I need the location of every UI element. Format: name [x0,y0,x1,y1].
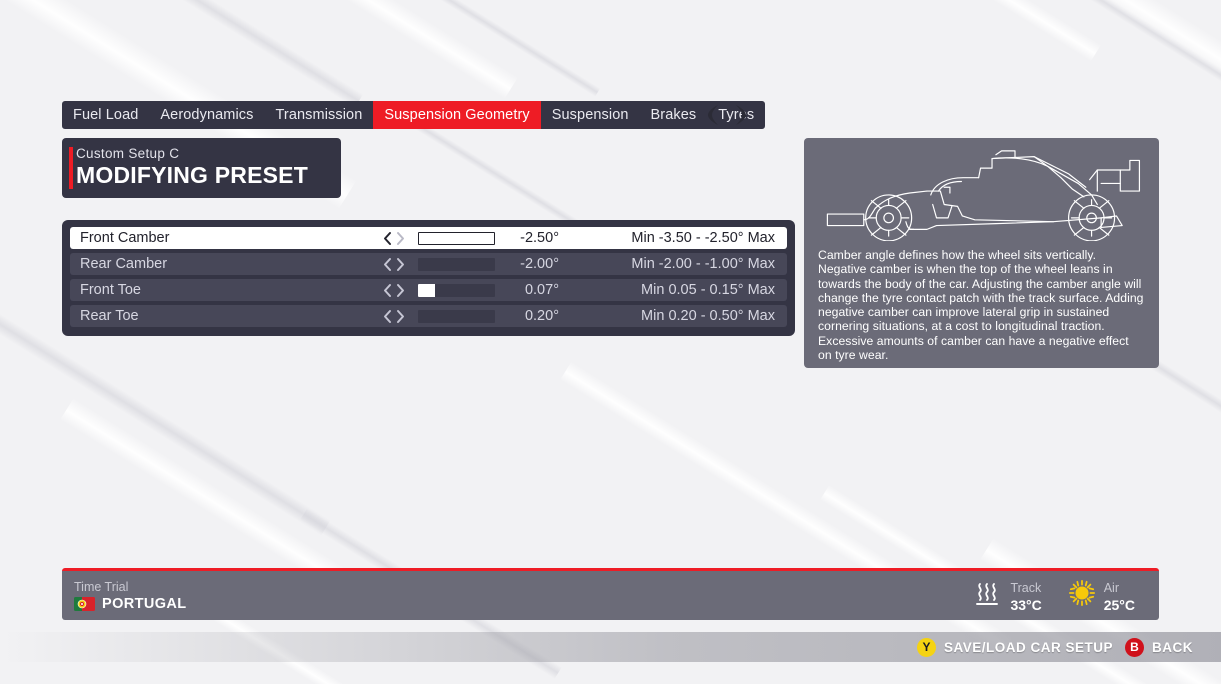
setting-range: Min 0.20 - 0.50° Max [641,308,775,324]
setting-steppers[interactable] [382,257,414,272]
decrease-icon[interactable] [382,283,393,298]
preset-header: Custom Setup C MODIFYING PRESET [62,138,341,198]
heat-waves-icon [972,578,1002,613]
setting-value: -2.00° [520,256,559,272]
session-venue: PORTUGAL [74,596,187,612]
decrease-icon[interactable] [382,231,393,246]
setting-label: Front Camber [80,230,170,246]
setting-description: Camber angle defines how the wheel sits … [818,248,1144,363]
venue-name: PORTUGAL [102,596,187,612]
increase-icon[interactable] [395,283,406,298]
setting-slider[interactable] [418,283,495,297]
button-b-icon[interactable]: B [1125,637,1144,657]
setting-slider[interactable] [418,309,495,323]
track-temperature-label: Track [1010,580,1042,595]
car-diagram [804,138,1159,242]
button-y-icon[interactable]: Y [916,637,936,657]
setting-row[interactable]: Front Toe 0.07° Min 0.05 - 0.15° Max [70,279,787,301]
bumper-hints [706,101,748,129]
setting-slider[interactable] [418,231,495,245]
setting-label: Front Toe [80,282,141,298]
increase-icon[interactable] [395,309,406,324]
increase-icon[interactable] [395,257,406,272]
session-mode: Time Trial [74,580,129,594]
setting-label: Rear Camber [80,256,168,272]
right-bumper-icon[interactable] [733,104,748,126]
tab-brakes[interactable]: Brakes [640,101,708,129]
background-streak [480,0,1102,62]
setting-range: Min -2.00 - -1.00° Max [631,256,775,272]
prompt-label: BACK [1152,639,1193,655]
setup-category-tabs[interactable]: Fuel Load Aerodynamics Transmission Suspens… [62,101,766,129]
prompt-back[interactable]: B BACK [1125,637,1193,657]
track-temperature-text: Track 33°C [1010,579,1041,613]
session-status-bar: Time Trial PORTUGAL Track 33°C Air 25°C [62,568,1159,620]
prompt-save-load-car-setup[interactable]: Y SAVE/LOAD CAR SETUP [916,637,1113,657]
setting-slider-fill [418,283,435,297]
setting-slider[interactable] [418,257,495,271]
suspension-geometry-settings: Front Camber -2.50° Min -3.50 - -2.50° Max… [62,220,795,336]
decrease-icon[interactable] [382,309,393,324]
setting-steppers[interactable] [382,309,414,324]
setting-row[interactable]: Rear Toe 0.20° Min 0.20 - 0.50° Max [70,305,787,327]
tab-aerodynamics[interactable]: Aerodynamics [149,101,264,129]
track-temperature-value: 33°C [1010,596,1042,613]
portugal-flag-icon [74,597,95,611]
setting-range: Min 0.05 - 0.15° Max [641,282,775,298]
preset-accent-bar [69,147,73,189]
increase-icon[interactable] [395,231,406,246]
info-panel: Camber angle defines how the wheel sits … [804,138,1159,368]
setting-label: Rear Toe [80,308,139,324]
setting-range: Min -3.50 - -2.50° Max [631,230,775,246]
preset-title: MODIFYING PRESET [76,162,308,188]
sun-icon [1068,579,1096,612]
weather-readouts: Track 33°C Air 25°C [972,578,1159,613]
tab-suspension-geometry[interactable]: Suspension Geometry [373,101,541,129]
left-bumper-icon[interactable] [706,104,721,126]
tab-suspension[interactable]: Suspension [541,101,640,129]
air-temperature: Air 25°C [1068,579,1135,613]
tab-fuel-load[interactable]: Fuel Load [62,101,149,129]
tab-transmission[interactable]: Transmission [264,101,373,129]
button-prompt-bar: Y SAVE/LOAD CAR SETUP B BACK [0,632,1221,662]
air-temperature-label: Air [1103,580,1119,595]
setting-value: 0.07° [524,282,559,298]
air-temperature-value: 25°C [1103,596,1135,613]
setting-steppers[interactable] [382,231,414,246]
setting-value: -2.50° [520,230,559,246]
session-info: Time Trial PORTUGAL [62,579,187,612]
air-temperature-text: Air 25°C [1104,579,1135,613]
preset-subtitle: Custom Setup C [76,146,180,161]
prompt-label: SAVE/LOAD CAR SETUP [943,639,1113,655]
setting-row[interactable]: Rear Camber -2.00° Min -2.00 - -1.00° Max [70,253,787,275]
setting-steppers[interactable] [382,283,414,298]
setting-row[interactable]: Front Camber -2.50° Min -3.50 - -2.50° Max [70,227,787,249]
decrease-icon[interactable] [382,257,393,272]
track-temperature: Track 33°C [972,578,1042,613]
setting-value: 0.20° [524,308,559,324]
